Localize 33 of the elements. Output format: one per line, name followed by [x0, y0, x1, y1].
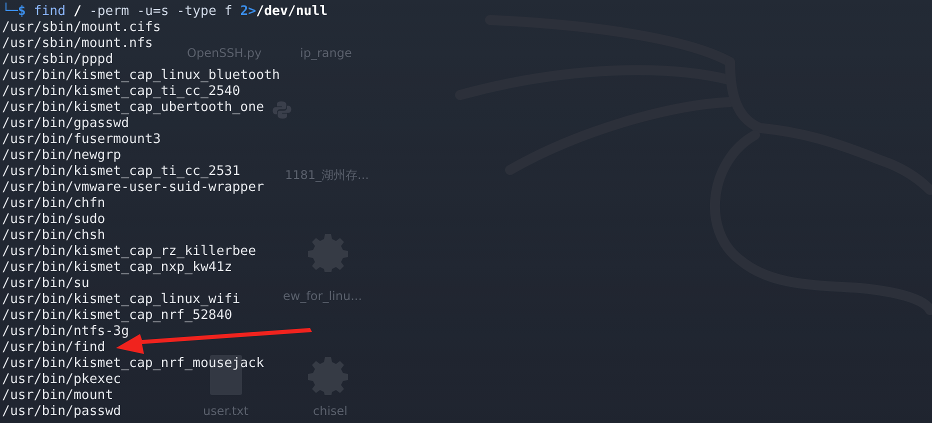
output-line: /usr/bin/gpasswd: [2, 116, 130, 132]
output-line: /usr/bin/kismet_cap_nrf_52840: [2, 308, 232, 324]
output-line: /usr/sbin/mount.cifs: [2, 20, 161, 36]
output-line: /usr/bin/kismet_cap_ti_cc_2531: [2, 164, 240, 180]
output-line: /usr/bin/kismet_cap_rz_killerbee: [2, 244, 256, 260]
desktop-icon-label[interactable]: ip_range: [300, 46, 352, 60]
output-line: /usr/bin/su: [2, 276, 90, 292]
output-line: /usr/bin/pkexec: [2, 372, 122, 388]
output-line: /usr/bin/passwd: [2, 404, 122, 420]
output-line: /usr/bin/find: [2, 340, 106, 356]
output-line: /usr/sbin/pppd: [2, 52, 114, 68]
output-line: /usr/bin/newgrp: [2, 148, 122, 164]
desktop-icon-label[interactable]: user.txt: [203, 404, 248, 418]
desktop-icon-label[interactable]: chisel: [313, 404, 348, 418]
output-line: /usr/sbin/mount.nfs: [2, 36, 153, 52]
output-line: /usr/bin/ntfs-3g: [2, 324, 130, 340]
output-line: /usr/bin/chsh: [2, 228, 106, 244]
output-line: /usr/bin/chfn: [2, 196, 106, 212]
output-line: /usr/bin/kismet_cap_linux_bluetooth: [2, 68, 280, 84]
output-line: /usr/bin/kismet_cap_nxp_kw41z: [2, 260, 232, 276]
desktop-icon-label[interactable]: 1181_湖州存...: [285, 168, 369, 182]
output-line: /usr/bin/fusermount3: [2, 132, 161, 148]
output-line: /usr/bin/kismet_cap_ti_cc_2540: [2, 84, 240, 100]
output-line: /usr/bin/kismet_cap_nrf_mousejack: [2, 356, 264, 372]
output-line: /usr/bin/kismet_cap_ubertooth_one: [2, 100, 264, 116]
desktop-icon-label[interactable]: ew_for_linu...: [283, 289, 362, 303]
output-line: /usr/bin/mount: [2, 388, 114, 404]
desktop-icon-label[interactable]: OpenSSH.py: [187, 46, 262, 60]
python-icon[interactable]: [272, 100, 292, 120]
output-line: /usr/bin/kismet_cap_linux_wifi: [2, 292, 240, 308]
output-line: /usr/bin/vmware-user-suid-wrapper: [2, 180, 264, 196]
output-line: /usr/bin/sudo: [2, 212, 106, 228]
command-line: └─$ find / -perm -u=s -type f 2>/dev/null: [2, 4, 328, 20]
